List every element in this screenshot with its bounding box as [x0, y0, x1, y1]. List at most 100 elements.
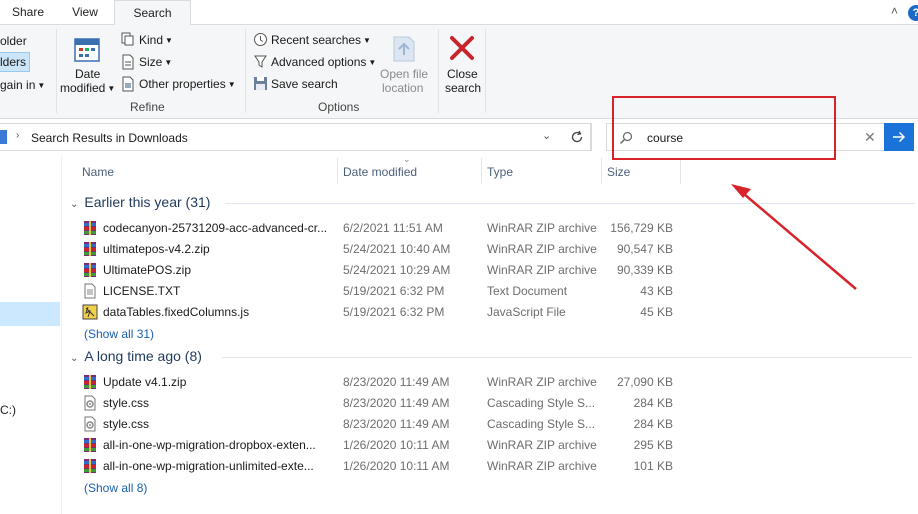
date-modified-button-label2[interactable]: modified ▼	[60, 81, 115, 95]
file-type: WinRAR ZIP archive	[487, 375, 597, 389]
file-type: Cascading Style S...	[487, 417, 596, 431]
recent-searches-icon	[253, 32, 268, 50]
css-file-icon	[82, 416, 98, 432]
show-all-link[interactable]: (Show all 8)	[84, 481, 147, 495]
date-modified-button[interactable]: Date	[75, 67, 100, 81]
address-bar[interactable]: › Search Results in Downloads ⌄	[0, 123, 592, 151]
column-header-type[interactable]: Type	[487, 165, 513, 179]
table-row[interactable]: dataTables.fixedColumns.js 5/19/2021 6:32…	[82, 301, 682, 322]
advanced-options-button[interactable]: Advanced options ▼	[271, 55, 376, 69]
column-divider[interactable]	[601, 158, 602, 184]
file-name[interactable]: all-in-one-wp-migration-dropbox-exten...	[103, 438, 316, 452]
file-size: 90,547 KB	[616, 242, 673, 256]
winrar-archive-icon	[82, 437, 98, 453]
column-header-date-modified[interactable]: Date modified	[343, 165, 417, 179]
column-header-size[interactable]: Size	[607, 165, 630, 179]
group-divider-line	[225, 203, 915, 204]
group-divider	[485, 29, 486, 113]
file-type: WinRAR ZIP archive	[487, 263, 597, 277]
other-properties-button[interactable]: Other properties ▼	[139, 77, 236, 91]
file-date-modified: 5/19/2021 6:32 PM	[343, 305, 445, 319]
table-row[interactable]: style.css 8/23/2020 11:49 AM Cascading Sty…	[82, 413, 682, 434]
folder-icon	[0, 130, 7, 144]
open-file-location-label2[interactable]: location	[382, 81, 423, 95]
file-date-modified: 5/24/2021 10:29 AM	[343, 263, 451, 277]
file-type: WinRAR ZIP archive	[487, 221, 597, 235]
size-icon	[121, 54, 135, 73]
file-date-modified: 8/23/2020 11:49 AM	[343, 375, 450, 389]
calendar-icon	[73, 35, 101, 66]
text-document-icon	[82, 283, 98, 299]
file-size: 295 KB	[633, 438, 673, 452]
tab-view[interactable]: View	[60, 0, 110, 25]
file-name[interactable]: codecanyon-25731209-acc-advanced-cr...	[103, 221, 327, 235]
group-header-long-time-ago[interactable]: ⌄ A long time ago (8)	[70, 348, 202, 364]
close-search-button[interactable]: Close	[447, 67, 478, 81]
navigation-pane: C:)	[0, 155, 62, 514]
open-file-location-button[interactable]: Open file	[380, 67, 428, 81]
this-folder-button[interactable]: older	[0, 34, 27, 48]
address-dropdown-icon[interactable]: ⌄	[542, 129, 551, 142]
winrar-archive-icon	[82, 241, 98, 257]
table-row[interactable]: LICENSE.TXT 5/19/2021 6:32 PM Text Documen…	[82, 280, 682, 301]
file-size: 45 KB	[640, 305, 673, 319]
collapse-ribbon-icon[interactable]: ˄	[891, 4, 898, 18]
collapse-group-icon[interactable]: ⌄	[70, 199, 78, 210]
file-type: WinRAR ZIP archive	[487, 242, 597, 256]
table-row[interactable]: Update v4.1.zip 8/23/2020 11:49 AM WinRAR …	[82, 371, 682, 392]
size-button[interactable]: Size ▼	[139, 55, 172, 69]
file-type: WinRAR ZIP archive	[487, 459, 597, 473]
refine-group-label: Refine	[130, 100, 165, 114]
nav-item-drive[interactable]: C:)	[0, 403, 16, 417]
group-divider	[438, 29, 439, 113]
advanced-options-icon	[253, 54, 268, 72]
search-go-button[interactable]	[884, 123, 914, 151]
file-date-modified: 5/24/2021 10:40 AM	[343, 242, 451, 256]
column-divider[interactable]	[481, 158, 482, 184]
table-row[interactable]: all-in-one-wp-migration-dropbox-exten...…	[82, 434, 682, 455]
kind-button[interactable]: Kind ▼	[139, 33, 173, 47]
tab-share[interactable]: Share	[4, 0, 52, 25]
table-row[interactable]: UltimatePOS.zip 5/24/2021 10:29 AM WinRAR …	[82, 259, 682, 280]
breadcrumb-chevron-icon: ›	[16, 130, 20, 141]
collapse-group-icon[interactable]: ⌄	[70, 353, 78, 364]
refresh-button[interactable]	[563, 123, 591, 151]
open-file-location-icon	[391, 33, 417, 66]
breadcrumb[interactable]: Search Results in Downloads	[31, 131, 188, 145]
file-name[interactable]: Update v4.1.zip	[103, 375, 186, 389]
search-again-in-button[interactable]: gain in ▼	[0, 78, 45, 92]
recent-searches-button[interactable]: Recent searches ▼	[271, 33, 371, 47]
show-all-link[interactable]: (Show all 31)	[84, 327, 154, 341]
column-divider[interactable]	[337, 158, 338, 184]
arrow-right-icon	[893, 131, 906, 143]
table-row[interactable]: all-in-one-wp-migration-unlimited-exte..…	[82, 455, 682, 476]
save-search-button[interactable]: Save search	[271, 77, 338, 91]
file-name[interactable]: all-in-one-wp-migration-unlimited-exte..…	[103, 459, 314, 473]
file-date-modified: 1/26/2020 10:11 AM	[343, 438, 450, 452]
nav-item-selected[interactable]	[0, 302, 60, 326]
file-name[interactable]: LICENSE.TXT	[103, 284, 180, 298]
subfolders-label: lders	[0, 55, 27, 69]
table-row[interactable]: style.css 8/23/2020 11:49 AM Cascading Sty…	[82, 392, 682, 413]
tab-search[interactable]: Search	[114, 0, 191, 26]
file-name[interactable]: dataTables.fixedColumns.js	[103, 305, 249, 319]
group-header-earlier-this-year[interactable]: ⌄ Earlier this year (31)	[70, 194, 210, 210]
file-date-modified: 5/19/2021 6:32 PM	[343, 284, 445, 298]
file-type: JavaScript File	[487, 305, 566, 319]
help-icon[interactable]: ?	[908, 5, 918, 21]
file-size: 284 KB	[633, 396, 673, 410]
winrar-archive-icon	[82, 220, 98, 236]
table-row[interactable]: codecanyon-25731209-acc-advanced-cr... 6/…	[82, 217, 682, 238]
file-name[interactable]: UltimatePOS.zip	[103, 263, 191, 277]
winrar-archive-icon	[82, 262, 98, 278]
file-name[interactable]: style.css	[103, 396, 149, 410]
winrar-archive-icon	[82, 458, 98, 474]
column-header-name[interactable]: Name	[82, 165, 114, 179]
file-name[interactable]: ultimatepos-v4.2.zip	[103, 242, 210, 256]
file-name[interactable]: style.css	[103, 417, 149, 431]
table-row[interactable]: ultimatepos-v4.2.zip 5/24/2021 10:40 AM Wi…	[82, 238, 682, 259]
column-divider[interactable]	[680, 158, 681, 184]
close-search-label2[interactable]: search	[445, 81, 481, 95]
clear-search-icon[interactable]: ✕	[864, 129, 876, 146]
annotation-highlight-box	[612, 96, 836, 160]
